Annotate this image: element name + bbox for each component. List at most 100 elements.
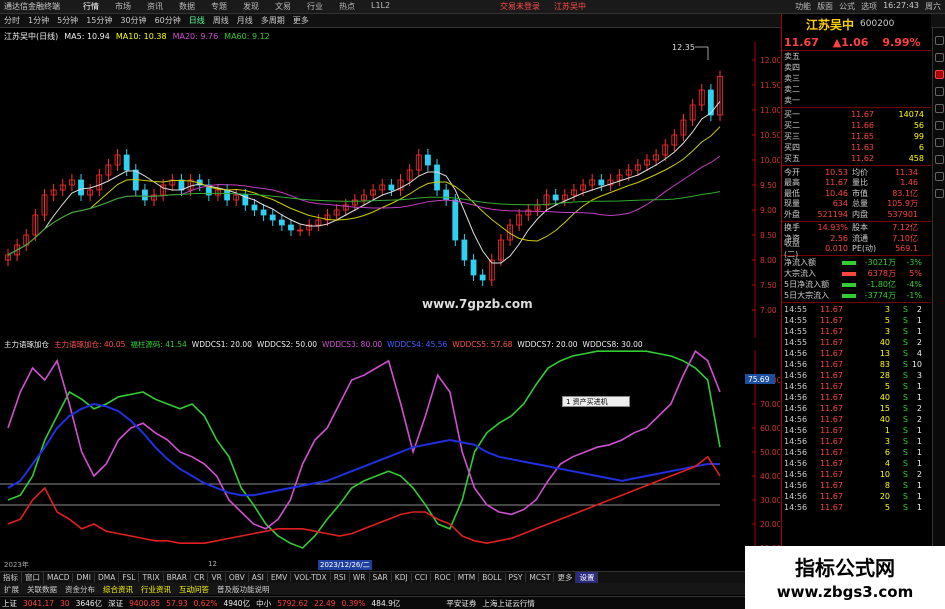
indicator-tab[interactable]: BRAR <box>164 573 192 582</box>
flow-row: 净流入额 -3021万 -3% <box>782 257 931 268</box>
menu-item[interactable]: 数据 <box>171 1 203 12</box>
indicator-tab[interactable]: ROC <box>431 573 455 582</box>
info-tab[interactable]: 行业资讯 <box>137 584 175 595</box>
menu-item[interactable]: 专题 <box>203 1 235 12</box>
indicator-tab[interactable]: MACD <box>44 573 74 582</box>
info-tab[interactable]: 普及版功能说明 <box>213 584 274 595</box>
indicator-tab[interactable]: DMI <box>73 573 95 582</box>
period-60min[interactable]: 60分钟 <box>151 15 185 26</box>
side-tool-icon[interactable] <box>934 53 944 62</box>
tick-time: 14:56 <box>784 448 808 457</box>
side-tool-icon[interactable] <box>934 104 944 113</box>
tooltip-popup[interactable]: 1 资产买进机 <box>562 396 630 407</box>
period-multi[interactable]: 多周期 <box>257 15 289 26</box>
menu-item[interactable]: 热点 <box>331 1 363 12</box>
tick-row: 14:55 11.67 3 S 1 <box>782 326 931 337</box>
sh-index-label[interactable]: 上证 <box>2 598 17 609</box>
period-intraday[interactable]: 分时 <box>0 15 24 26</box>
indicator-tab[interactable]: 窗口 <box>22 572 44 583</box>
info-tab[interactable]: 资金分布 <box>61 584 99 595</box>
indicator-tab[interactable]: WR <box>350 573 370 582</box>
tick-time: 14:56 <box>784 481 808 490</box>
sz-index-change: 57.93 <box>166 598 188 608</box>
capital-flows: 净流入额 -3021万 -3% 大宗流入 6378万 5% 5日净流入额 -1.80亿 -4% 5… <box>782 257 931 301</box>
menu-item[interactable]: 发现 <box>235 1 267 12</box>
side-tool-icon[interactable] <box>934 155 944 164</box>
sz-index-label[interactable]: 深证 <box>108 598 123 609</box>
menu-item[interactable]: 行业 <box>299 1 331 12</box>
indicator-tab[interactable]: VR <box>208 573 226 582</box>
period-1min[interactable]: 1分钟 <box>24 15 53 26</box>
sz-index-pct: 0.62% <box>193 598 218 608</box>
info-tab[interactable]: 综合资讯 <box>99 584 137 595</box>
ma60-line <box>7 191 721 256</box>
indicator-tab[interactable]: MTM <box>455 573 480 582</box>
period-more[interactable]: 更多 <box>289 15 313 26</box>
tick-side: S <box>902 404 908 413</box>
period-30min[interactable]: 30分钟 <box>116 15 150 26</box>
indicator-item: WDDCS1: 20.00 <box>191 339 252 349</box>
side-tool-icon[interactable] <box>934 87 944 96</box>
zx-index-label[interactable]: 中小 <box>256 598 271 609</box>
ask-row: 卖二 <box>782 84 931 95</box>
indicator-tab[interactable]: MCST <box>526 573 555 582</box>
indicator-tab[interactable]: CR <box>191 573 209 582</box>
stat-label: 现量 <box>784 199 800 209</box>
indicator-chart[interactable]: 80.0070.0060.0050.0040.0030.0020.0010.00… <box>0 350 780 560</box>
indicator-tab[interactable]: OBV <box>226 573 249 582</box>
period-15min[interactable]: 15分钟 <box>82 15 116 26</box>
menu-formula[interactable]: 公式 <box>839 1 855 12</box>
indicator-tab[interactable]: BOLL <box>479 573 506 582</box>
indicator-tab[interactable]: 指标 <box>0 572 22 583</box>
indicator-tab[interactable]: VOL-TDX <box>291 573 331 582</box>
side-tool-icon[interactable] <box>934 138 944 147</box>
info-tab[interactable]: 互动问答 <box>175 584 213 595</box>
tick-volume: 3 <box>884 437 890 446</box>
flow-row: 5日大宗流入 -3774万 -1% <box>782 290 931 301</box>
stat-row: 最低 10.46 市值 83.1亿 <box>782 188 931 199</box>
tick-volume: 28 <box>879 371 890 380</box>
indicator-tab[interactable]: TRIX <box>139 573 164 582</box>
info-tab[interactable]: 关联数据 <box>23 584 61 595</box>
indicator-tab[interactable]: FSL <box>119 573 140 582</box>
trade-login-notice[interactable]: 交易未登录 <box>500 1 540 12</box>
flow-label: 大宗流入 <box>784 269 816 278</box>
side-tool-icon[interactable] <box>934 189 944 198</box>
menu-item[interactable]: 文易 <box>267 1 299 12</box>
side-tool-icon[interactable] <box>934 121 944 130</box>
indicator-tab[interactable]: CCI <box>412 573 432 582</box>
period-daily[interactable]: 日线 <box>185 15 209 26</box>
side-tool-icon[interactable] <box>934 172 944 181</box>
period-weekly[interactable]: 周线 <box>209 15 233 26</box>
stat-row: 最高 11.67 量比 1.46 <box>782 178 931 189</box>
period-monthly[interactable]: 月线 <box>233 15 257 26</box>
menu-layout[interactable]: 版面 <box>817 1 833 12</box>
indicator-tab[interactable]: ASI <box>249 573 268 582</box>
menu-item[interactable]: 行情 <box>75 1 107 12</box>
info-tab[interactable]: 扩展 <box>0 584 23 595</box>
candlestick-chart[interactable]: 12.00 11.50 11.00 10.50 10.00 9.50 9.00 8.50 8.0… <box>0 42 780 338</box>
indicator-tab[interactable]: DMA <box>95 573 120 582</box>
side-tool-icon[interactable] <box>934 70 944 79</box>
indicator-tab[interactable]: 设置 <box>576 572 599 583</box>
menu-item[interactable]: L1L2 <box>363 1 398 12</box>
menu-item[interactable]: 市场 <box>107 1 139 12</box>
tick-side: S <box>902 437 908 446</box>
tick-row: 14:55 11.67 40 S 2 <box>782 337 931 348</box>
indicator-tab[interactable]: KDJ <box>392 573 412 582</box>
menu-item[interactable]: 资讯 <box>139 1 171 12</box>
side-tool-icon[interactable] <box>934 36 944 45</box>
menu-options[interactable]: 选项 <box>861 1 877 12</box>
indicator-item: 福柱源码: 41.54 <box>130 339 187 349</box>
indicator-name[interactable]: 主力语琢加仓 <box>4 339 49 350</box>
indicator-tab[interactable]: RSI <box>331 573 350 582</box>
indicator-tab[interactable]: SAR <box>370 573 392 582</box>
bid-label: 买一 <box>784 110 800 119</box>
date-selected: 2023/12/26/二 <box>318 560 372 570</box>
period-5min[interactable]: 5分钟 <box>53 15 82 26</box>
indicator-tab[interactable]: 更多 <box>554 572 577 583</box>
indicator-tab[interactable]: EMV <box>268 573 292 582</box>
candle <box>452 199 459 241</box>
menu-function[interactable]: 功能 <box>795 1 811 12</box>
indicator-tab[interactable]: PSY <box>506 573 527 582</box>
